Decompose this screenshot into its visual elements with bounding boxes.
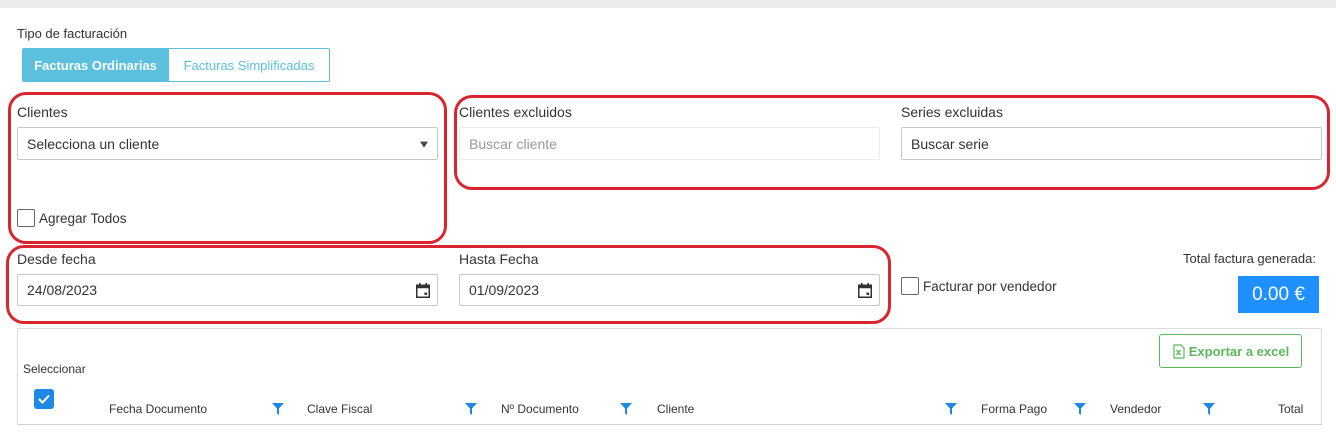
export-excel-button[interactable]: Exportar a excel	[1159, 334, 1302, 368]
excel-icon	[1173, 343, 1185, 359]
column-header-total[interactable]: Total	[1278, 402, 1303, 416]
add-all-label: Agregar Todos	[39, 211, 127, 226]
export-excel-label: Exportar a excel	[1188, 343, 1290, 359]
filter-icon[interactable]	[1074, 403, 1086, 415]
column-header-n-documento[interactable]: Nº Documento	[501, 402, 579, 416]
from-date-input[interactable]: 24/08/2023	[17, 274, 438, 306]
to-date-input[interactable]: 01/09/2023	[459, 274, 880, 306]
filter-icon[interactable]	[272, 403, 284, 415]
from-date-value: 24/08/2023	[27, 282, 98, 298]
filter-icon[interactable]	[945, 403, 957, 415]
from-date-label: Desde fecha	[17, 251, 96, 267]
select-label: Seleccionar	[23, 362, 86, 376]
excluded-series-value: Buscar serie	[911, 135, 989, 152]
total-label: Total factura generada:	[1183, 251, 1316, 266]
column-header-vendedor[interactable]: Vendedor	[1110, 402, 1161, 416]
select-all-checkbox[interactable]	[34, 389, 54, 409]
excluded-series-label: Series excluidas	[901, 104, 1003, 120]
select-caret-icon	[420, 141, 428, 148]
column-header-forma-pago[interactable]: Forma Pago	[981, 402, 1047, 416]
column-header-fecha-documento[interactable]: Fecha Documento	[109, 402, 207, 416]
calendar-icon[interactable]	[416, 283, 430, 298]
clients-label: Clientes	[17, 104, 68, 120]
check-icon	[38, 394, 50, 404]
invoice-by-seller-label: Facturar por vendedor	[923, 279, 1057, 294]
billing-type-label: Tipo de facturación	[17, 26, 128, 41]
to-date-value: 01/09/2023	[469, 282, 540, 298]
top-bar	[0, 0, 1336, 8]
column-header-cliente[interactable]: Cliente	[657, 402, 694, 416]
excluded-clients-label: Clientes excluidos	[459, 104, 572, 120]
toggle-facturas-ordinarias[interactable]: Facturas Ordinarias	[22, 48, 169, 82]
column-header-clave-fiscal[interactable]: Clave Fiscal	[307, 402, 372, 416]
toggle-facturas-simplificadas[interactable]: Facturas Simplificadas	[169, 48, 330, 82]
clients-select-value: Selecciona un cliente	[27, 135, 160, 152]
excluded-clients-placeholder: Buscar cliente	[469, 135, 557, 152]
invoice-by-seller-checkbox[interactable]	[901, 277, 919, 295]
to-date-label: Hasta Fecha	[459, 251, 539, 267]
clients-select[interactable]: Selecciona un cliente	[17, 127, 438, 160]
filter-icon[interactable]	[465, 403, 477, 415]
calendar-icon[interactable]	[858, 283, 872, 298]
total-value-badge: 0.00 €	[1238, 276, 1319, 313]
excluded-clients-search[interactable]: Buscar cliente	[459, 127, 880, 160]
billing-type-toggle: Facturas Ordinarias Facturas Simplificad…	[22, 48, 330, 82]
add-all-checkbox[interactable]	[17, 209, 35, 227]
excluded-series-search[interactable]: Buscar serie	[901, 127, 1322, 160]
filter-icon[interactable]	[620, 403, 632, 415]
filter-icon[interactable]	[1203, 403, 1215, 415]
